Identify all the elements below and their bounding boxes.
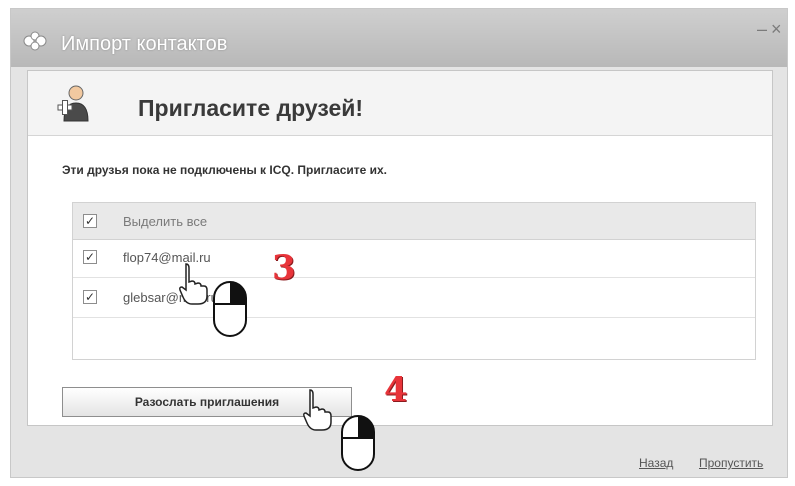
list-item[interactable]: ✓ flop74@mail.ru: [73, 239, 755, 278]
select-all-row[interactable]: ✓ Выделить все: [73, 203, 755, 240]
hand-cursor-icon: [179, 263, 208, 305]
add-user-icon: [57, 85, 89, 122]
mouse-icon: [213, 281, 247, 337]
select-all-checkbox[interactable]: ✓: [83, 214, 97, 228]
contact-checkbox[interactable]: ✓: [83, 250, 97, 264]
skip-link[interactable]: Пропустить: [699, 456, 763, 470]
app-icon: [23, 31, 47, 51]
step-3-badge: 3: [272, 248, 296, 288]
minimize-button[interactable]: –: [757, 19, 767, 40]
contact-checkbox[interactable]: ✓: [83, 290, 97, 304]
select-all-label: Выделить все: [123, 214, 208, 229]
back-link[interactable]: Назад: [639, 456, 673, 470]
close-button[interactable]: ×: [771, 19, 782, 40]
step-4-badge: 4: [384, 370, 408, 410]
title-bar: Импорт контактов – ×: [11, 9, 787, 67]
contacts-list: ✓ Выделить все ✓ flop74@mail.ru ✓ glebsa…: [72, 202, 756, 360]
invite-notice: Эти друзья пока не подключены к ICQ. При…: [62, 163, 388, 177]
window-title: Импорт контактов: [61, 33, 228, 55]
hand-cursor-icon: [303, 389, 332, 431]
header-band: Пригласите друзей!: [28, 71, 772, 136]
mouse-icon: [341, 415, 375, 471]
page-title: Пригласите друзей!: [138, 95, 364, 121]
list-item[interactable]: ✓ glebsar@mail.ru: [73, 279, 755, 318]
